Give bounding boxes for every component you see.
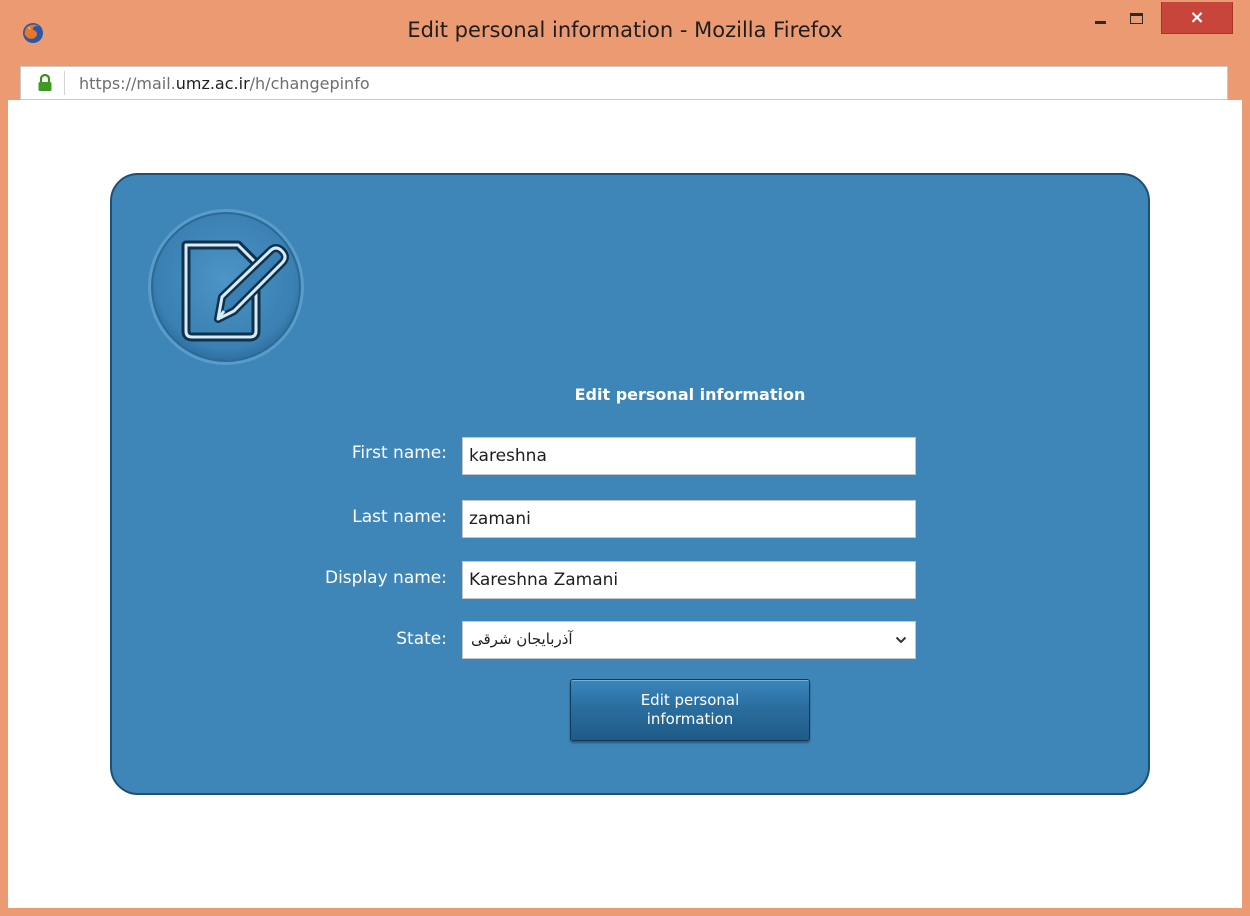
state-selected-value: آذربایجان شرقی: [471, 630, 573, 648]
maximize-icon: [1129, 12, 1143, 24]
lock-icon: [38, 74, 52, 91]
state-select[interactable]: آذربایجان شرقی: [462, 621, 916, 659]
form-title: Edit personal information: [574, 385, 806, 404]
browser-window: Edit personal information - Mozilla Fire…: [0, 0, 1250, 916]
url-prefix: https://mail.: [79, 74, 176, 93]
url-host: umz.ac.ir: [175, 74, 250, 93]
title-bar[interactable]: Edit personal information - Mozilla Fire…: [0, 0, 1250, 60]
minimize-button[interactable]: [1083, 2, 1117, 34]
minimize-icon: [1094, 20, 1106, 24]
close-button[interactable]: ×: [1161, 2, 1233, 34]
page-content: Edit personal information First name: La…: [8, 100, 1242, 908]
maximize-button[interactable]: [1119, 2, 1153, 34]
display-name-input[interactable]: [462, 561, 916, 599]
first-name-input[interactable]: [462, 437, 916, 475]
url-path: /h/changepinfo: [249, 74, 370, 93]
edit-info-submit-button[interactable]: Edit personal information: [570, 679, 810, 741]
url-separator: [64, 71, 65, 95]
close-icon: ×: [1189, 6, 1205, 28]
url-bar[interactable]: https://mail.umz.ac.ir/h/changepinfo: [20, 66, 1228, 100]
window-title: Edit personal information - Mozilla Fire…: [407, 18, 843, 42]
last-name-label: Last name:: [352, 507, 447, 527]
url-text[interactable]: https://mail.umz.ac.ir/h/changepinfo: [79, 74, 370, 93]
state-label: State:: [396, 629, 447, 649]
first-name-label: First name:: [351, 443, 447, 463]
display-name-label: Display name:: [324, 568, 447, 588]
edit-document-icon: [148, 209, 304, 365]
last-name-input[interactable]: [462, 500, 916, 538]
edit-info-panel: Edit personal information First name: La…: [110, 173, 1150, 795]
chevron-down-icon: [895, 636, 907, 644]
